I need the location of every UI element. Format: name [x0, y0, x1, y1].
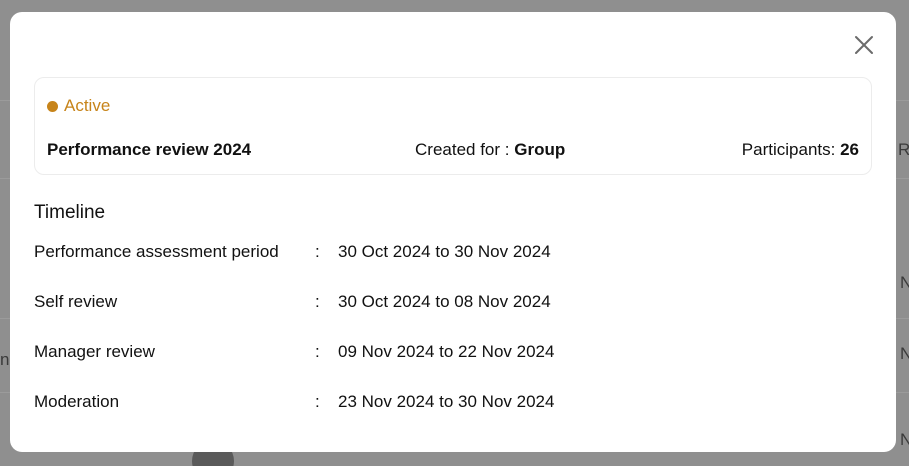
- timeline-heading: Timeline: [34, 202, 106, 223]
- background-text: N: [900, 430, 909, 449]
- close-icon: [855, 36, 873, 54]
- review-title: Performance review 2024: [47, 140, 252, 159]
- timeline-row-label: Manager review: [34, 342, 155, 361]
- participants-label: Participants:: [741, 140, 836, 159]
- created-for-value: Group: [514, 140, 566, 159]
- timeline-row-separator: :: [315, 242, 320, 261]
- timeline-row: Moderation : 23 Nov 2024 to 30 Nov 2024: [34, 392, 634, 414]
- created-for: Created for : Group: [415, 140, 565, 160]
- timeline-row-dates: 30 Oct 2024 to 08 Nov 2024: [338, 292, 551, 311]
- close-button[interactable]: [851, 32, 877, 58]
- review-details-modal: Active Performance review 2024 Created f…: [10, 12, 896, 452]
- timeline-row-separator: :: [315, 292, 320, 311]
- timeline-row-separator: :: [315, 392, 320, 411]
- status-badge: Active: [47, 96, 110, 116]
- background-text: n: [0, 350, 10, 369]
- timeline-row-dates: 30 Oct 2024 to 30 Nov 2024: [338, 242, 551, 261]
- created-for-label: Created for :: [415, 140, 510, 159]
- background-text: N: [900, 344, 909, 363]
- participants: Participants: 26: [742, 140, 859, 160]
- status-dot-icon: [47, 100, 58, 112]
- timeline-row-dates: 09 Nov 2024 to 22 Nov 2024: [338, 342, 555, 361]
- status-text: Active: [64, 96, 111, 115]
- background-text: N: [900, 273, 909, 292]
- timeline-row-label: Performance assessment period: [34, 242, 279, 261]
- timeline-row-separator: :: [315, 342, 320, 361]
- review-summary-card: Active Performance review 2024 Created f…: [34, 77, 872, 175]
- background-text: R: [898, 140, 909, 159]
- participants-count: 26: [840, 140, 859, 159]
- timeline-row: Self review : 30 Oct 2024 to 08 Nov 2024: [34, 292, 634, 314]
- timeline-row: Performance assessment period : 30 Oct 2…: [34, 242, 634, 264]
- timeline-row-dates: 23 Nov 2024 to 30 Nov 2024: [338, 392, 555, 411]
- timeline-row: Manager review : 09 Nov 2024 to 22 Nov 2…: [34, 342, 634, 364]
- timeline-row-label: Self review: [34, 292, 118, 311]
- timeline-row-label: Moderation: [34, 392, 120, 411]
